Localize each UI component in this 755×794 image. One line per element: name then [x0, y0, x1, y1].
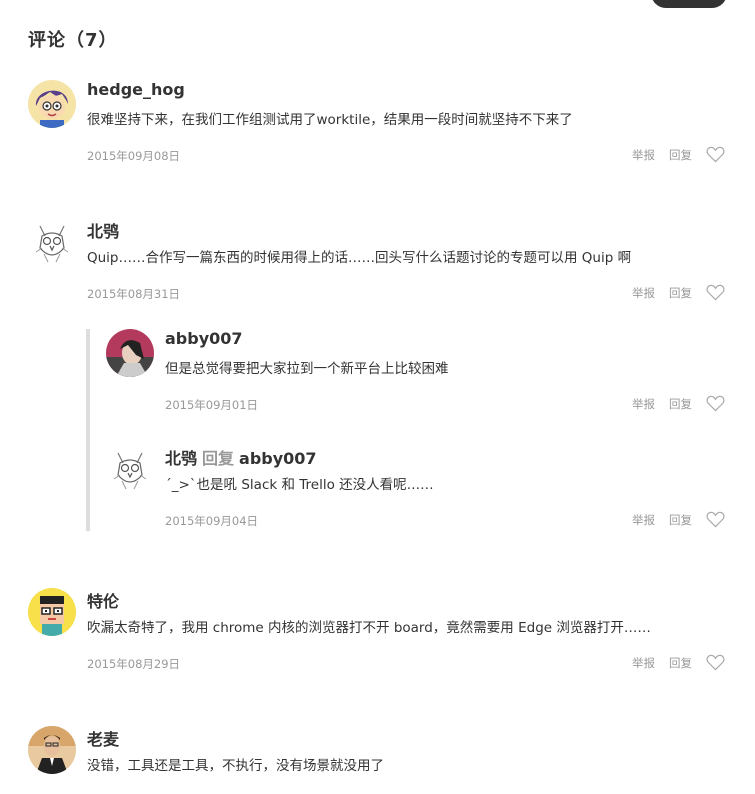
comment-text: 吹漏太奇特了，我用 chrome 内核的浏览器打不开 board，竟然需要用 E…	[87, 620, 651, 636]
heart-icon[interactable]	[706, 146, 725, 163]
reply-link[interactable]: 回复	[669, 655, 692, 671]
cartoon-boy-icon	[28, 80, 76, 128]
comment-text: 没错，工具还是工具，不执行，没有场景就没用了	[87, 758, 384, 774]
avatar[interactable]	[28, 218, 76, 266]
reply-author: 北鸮 回复 abby007	[165, 445, 317, 469]
report-link[interactable]: 举报	[632, 512, 655, 528]
owl-sketch-icon	[106, 445, 154, 493]
avatar[interactable]	[28, 80, 76, 128]
reply-to-name[interactable]: abby007	[239, 449, 317, 468]
top-action-button[interactable]	[651, 0, 727, 8]
comment-author[interactable]: 北鸮	[87, 218, 119, 242]
heart-icon[interactable]	[706, 654, 725, 671]
report-link[interactable]: 举报	[632, 285, 655, 301]
reply-link[interactable]: 回复	[669, 512, 692, 528]
reply-thread-bar	[86, 329, 90, 531]
comment-author[interactable]: 特伦	[87, 588, 119, 612]
heart-icon[interactable]	[706, 395, 725, 412]
comment-text: 很难坚持下来，在我们工作组测试用了worktile，结果用一段时间就坚持不下来了	[87, 112, 573, 128]
comment-actions: 举报 回复	[632, 654, 725, 671]
pixel-face-icon	[28, 588, 76, 636]
reply-actions: 举报 回复	[632, 395, 725, 412]
avatar[interactable]	[106, 445, 154, 493]
reply-link[interactable]: 回复	[669, 285, 692, 301]
reply-date: 2015年09月01日	[165, 398, 259, 412]
comment-author[interactable]: hedge_hog	[87, 80, 185, 99]
reply-link[interactable]: 回复	[669, 396, 692, 412]
photo-man-icon	[28, 726, 76, 774]
reply-text: ´_>`也是吼 Slack 和 Trello 还没人看呢……	[165, 477, 434, 493]
heart-icon[interactable]	[706, 284, 725, 301]
reply-author[interactable]: abby007	[165, 329, 243, 348]
reply-link[interactable]: 回复	[669, 147, 692, 163]
report-link[interactable]: 举报	[632, 147, 655, 163]
reply-text: 但是总觉得要把大家拉到一个新平台上比较困难	[165, 361, 449, 377]
comment-date: 2015年09月08日	[87, 149, 181, 163]
reply-word: 回复	[202, 449, 235, 468]
comment-actions: 举报 回复	[632, 284, 725, 301]
avatar[interactable]	[106, 329, 154, 377]
report-link[interactable]: 举报	[632, 655, 655, 671]
comment-date: 2015年08月31日	[87, 287, 181, 301]
reply-date: 2015年09月04日	[165, 514, 259, 528]
avatar[interactable]	[28, 588, 76, 636]
reply-author-name[interactable]: 北鸮	[165, 449, 197, 468]
reply-actions: 举报 回复	[632, 511, 725, 528]
comment-author[interactable]: 老麦	[87, 726, 119, 750]
comment-actions: 举报 回复	[632, 146, 725, 163]
comment-text: Quip……合作写一篇东西的时候用得上的话……回头写什么话题讨论的专题可以用 Q…	[87, 250, 632, 266]
photo-woman-icon	[106, 329, 154, 377]
report-link[interactable]: 举报	[632, 396, 655, 412]
owl-sketch-icon	[28, 218, 76, 266]
avatar[interactable]	[28, 726, 76, 774]
heart-icon[interactable]	[706, 511, 725, 528]
comment-date: 2015年08月29日	[87, 657, 181, 671]
comments-title: 评论（7）	[28, 30, 118, 51]
